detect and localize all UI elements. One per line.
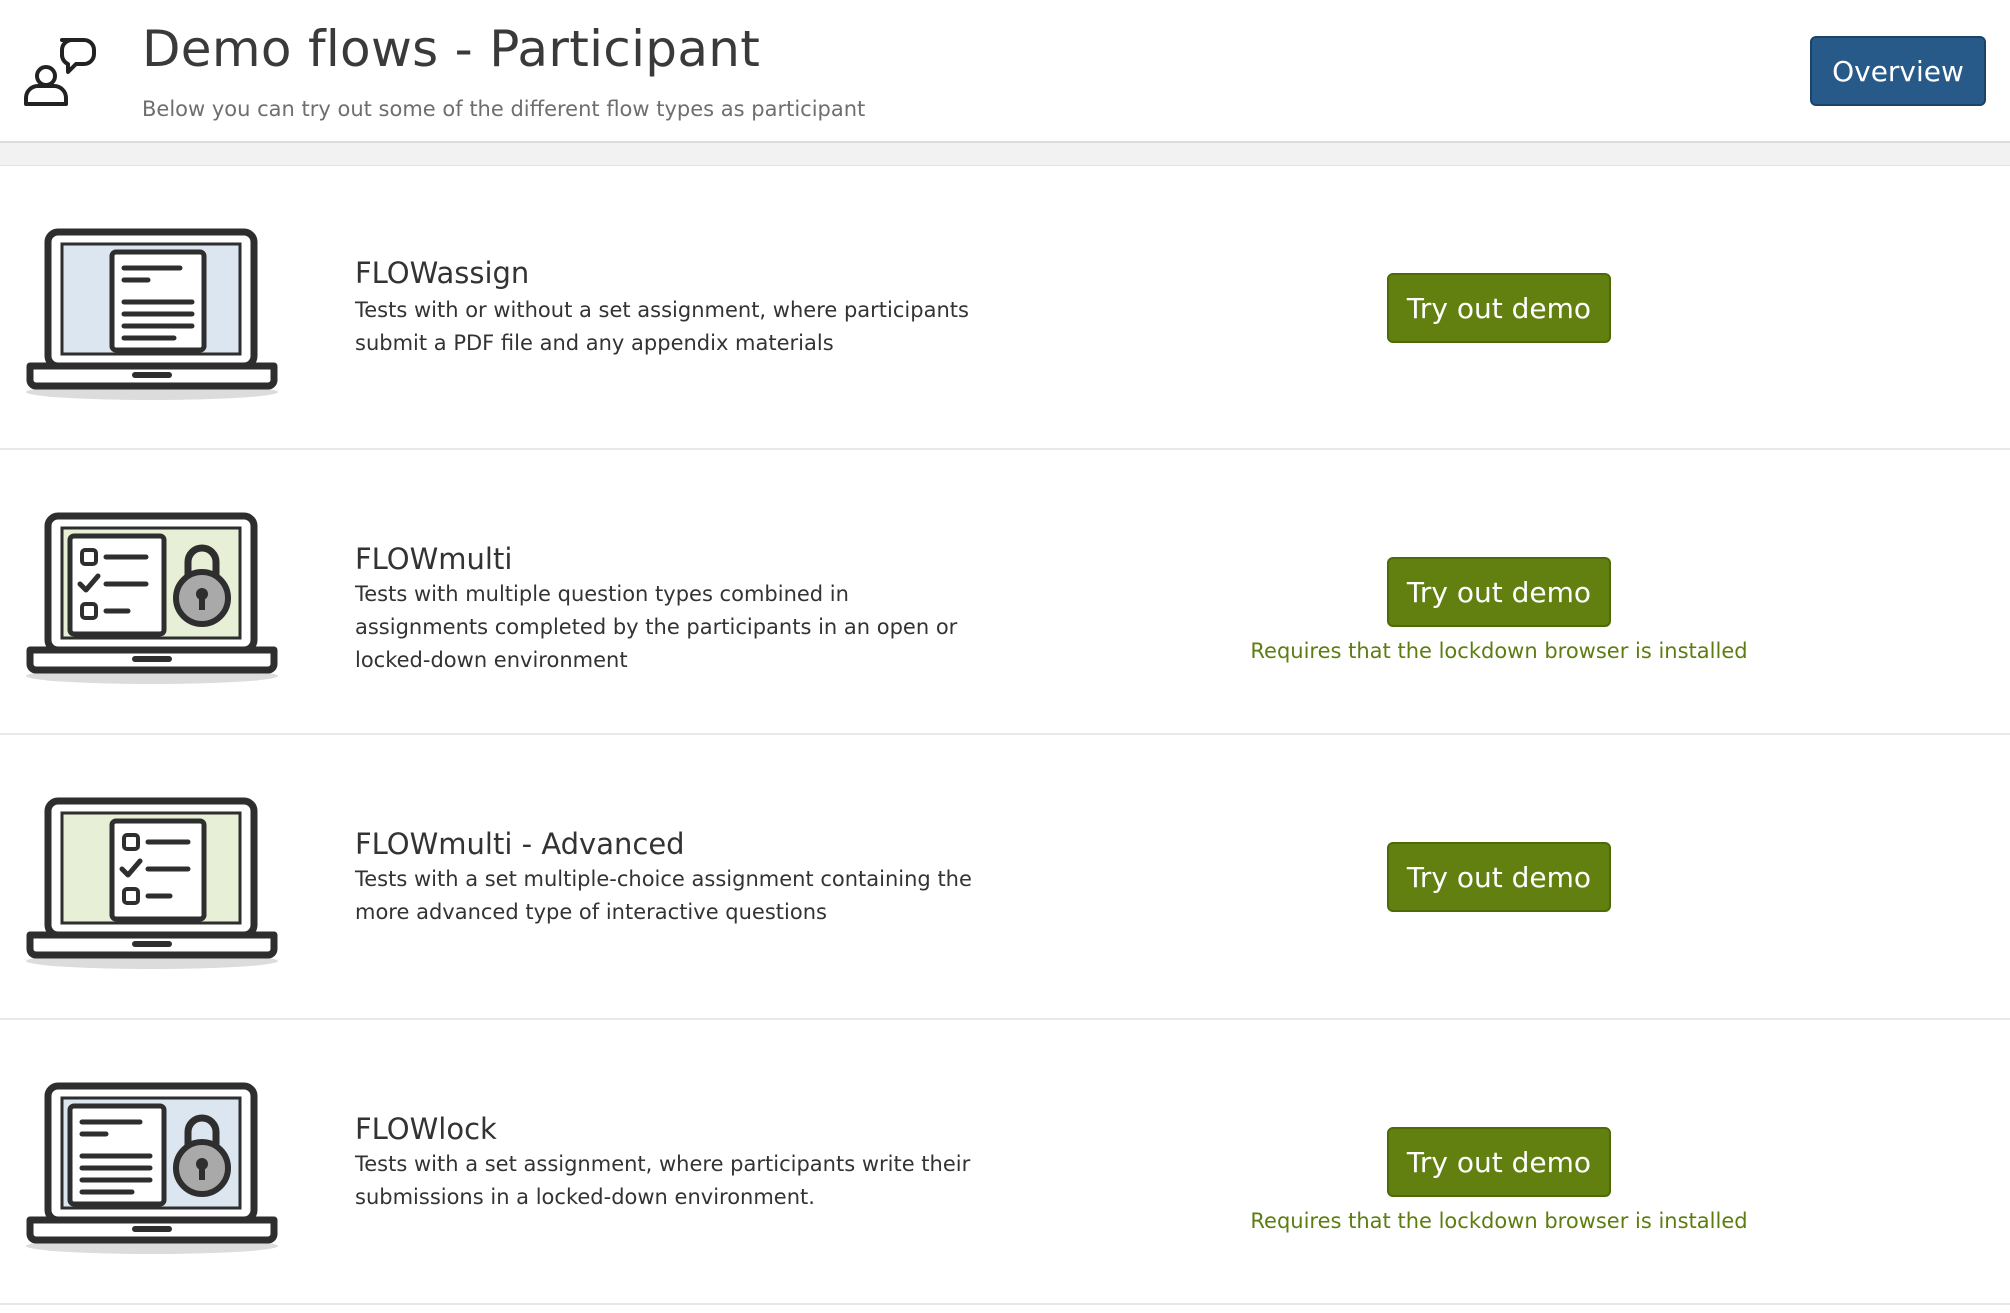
flow-title: FLOWlock xyxy=(355,1112,497,1146)
page-subtitle: Below you can try out some of the differ… xyxy=(142,97,866,121)
try-demo-button-flowmulti-advanced[interactable]: Try out demo xyxy=(1387,842,1611,912)
lockdown-requirement-note: Requires that the lockdown browser is in… xyxy=(1250,1209,1748,1233)
laptop-document-icon xyxy=(26,228,278,400)
page-title: Demo flows - Participant xyxy=(142,20,761,78)
flow-row-flowassign: FLOWassign Tests with or without a set a… xyxy=(0,165,2010,450)
overview-button[interactable]: Overview xyxy=(1810,36,1986,106)
try-demo-button-flowlock[interactable]: Try out demo xyxy=(1387,1127,1611,1197)
page-header: Demo flows - Participant Below you can t… xyxy=(0,0,2010,143)
flow-description: Tests with a set assignment, where parti… xyxy=(355,1152,971,1209)
laptop-checklist-icon xyxy=(26,797,278,969)
flow-title: FLOWmulti xyxy=(355,542,513,576)
flow-title: FLOWassign xyxy=(355,256,530,290)
laptop-document-lock-icon xyxy=(26,1082,278,1254)
flow-description: Tests with a set multiple-choice assignm… xyxy=(355,867,972,924)
participant-chat-icon xyxy=(24,38,96,106)
flow-row-flowmulti: FLOWmulti Tests with multiple question t… xyxy=(0,450,2010,735)
flow-title: FLOWmulti - Advanced xyxy=(355,827,685,861)
flow-row-flowmulti-advanced: FLOWmulti - Advanced Tests with a set mu… xyxy=(0,735,2010,1020)
try-demo-button-flowassign[interactable]: Try out demo xyxy=(1387,273,1611,343)
header-divider-band xyxy=(0,143,2010,165)
laptop-checklist-lock-icon xyxy=(26,512,278,684)
flow-description: Tests with multiple question types combi… xyxy=(355,582,958,672)
flow-list: FLOWassign Tests with or without a set a… xyxy=(0,165,2010,1305)
lockdown-requirement-note: Requires that the lockdown browser is in… xyxy=(1250,639,1748,663)
try-demo-button-flowmulti[interactable]: Try out demo xyxy=(1387,557,1611,627)
flow-description: Tests with or without a set assignment, … xyxy=(355,298,969,355)
flow-row-flowlock: FLOWlock Tests with a set assignment, wh… xyxy=(0,1020,2010,1305)
